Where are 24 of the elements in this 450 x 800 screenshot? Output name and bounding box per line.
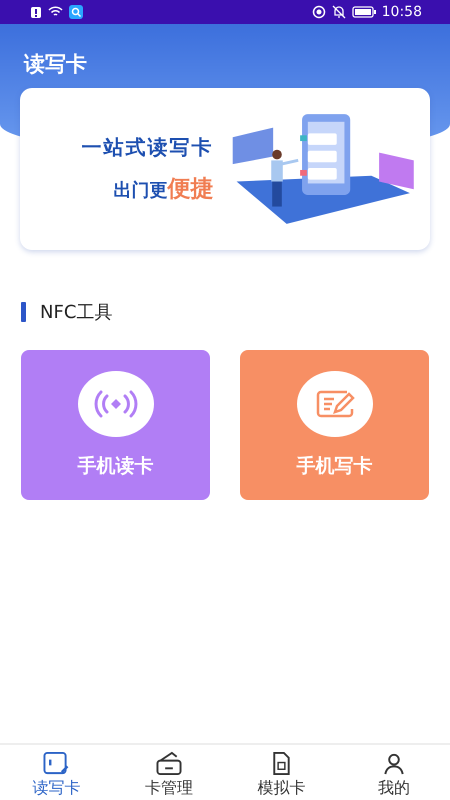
banner-subline: 出门更	[113, 180, 168, 202]
section-title: NFC工具	[40, 301, 112, 324]
nav-tab[interactable]: 模拟卡	[225, 745, 338, 800]
search-app-icon	[69, 5, 83, 19]
nav-tab[interactable]: 卡管理	[112, 745, 225, 800]
banner-highlight: 便捷	[167, 175, 214, 204]
clock-time: 10:58	[382, 4, 422, 20]
bell-off-icon	[332, 5, 346, 19]
banner-headline: 一站式读写卡	[81, 134, 214, 161]
nfc-signal-icon	[94, 389, 138, 419]
wifi-icon	[48, 6, 63, 18]
battery-icon	[352, 6, 376, 18]
card-edit-icon	[42, 751, 70, 776]
nav-tab[interactable]: 我的	[338, 745, 450, 800]
tool-label: 手机写卡	[296, 454, 372, 479]
tool-label: 手机读卡	[78, 454, 154, 479]
nav-tab[interactable]: 读写卡	[0, 745, 112, 800]
page-title: 读写卡	[24, 51, 87, 78]
promo-banner[interactable]: 一站式读写卡 出门更便捷	[20, 88, 430, 250]
data-saver-icon	[312, 5, 326, 19]
sim-alert-icon	[30, 6, 42, 18]
card-edit-icon	[314, 388, 354, 420]
card-holder-icon	[154, 751, 184, 776]
section-marker	[21, 302, 26, 322]
